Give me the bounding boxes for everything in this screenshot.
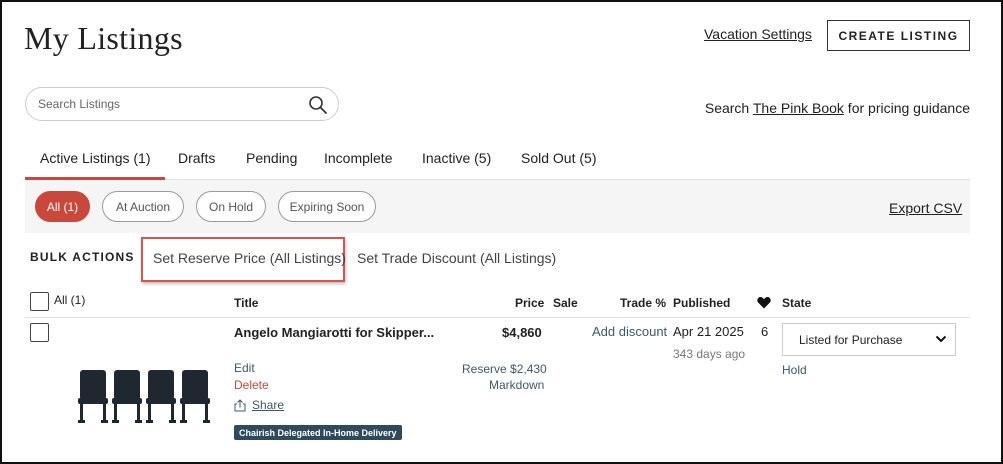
pinkbook-prefix: Search — [704, 100, 753, 116]
filter-on-hold-chip[interactable]: On Hold — [196, 191, 266, 222]
listing-tabs: Active Listings (1) Drafts Pending Incom… — [24, 142, 970, 180]
published-date: Apr 21 2025 — [673, 324, 744, 339]
tab-incomplete[interactable]: Incomplete — [324, 150, 392, 166]
listing-price: $4,860 — [502, 325, 542, 340]
bulk-actions-label: BULK ACTIONS — [30, 250, 135, 264]
state-select[interactable]: Listed for Purchase — [782, 323, 956, 356]
favorites-count: 6 — [761, 324, 769, 339]
set-reserve-price-action[interactable]: Set Reserve Price (All Listings) — [153, 250, 346, 266]
pinkbook-guidance: Search The Pink Book for pricing guidanc… — [705, 100, 970, 116]
add-discount-link[interactable]: Add discount — [592, 324, 667, 339]
listing-title[interactable]: Angelo Mangiarotti for Skipper... — [234, 325, 434, 340]
listing-row-checkbox[interactable] — [30, 323, 49, 342]
column-header-state: State — [782, 296, 812, 310]
state-select-value: Listed for Purchase — [799, 332, 903, 347]
pinkbook-suffix: for pricing guidance — [843, 100, 970, 116]
share-icon — [234, 398, 246, 411]
column-header-published: Published — [673, 296, 731, 310]
filter-at-auction-chip[interactable]: At Auction — [102, 191, 184, 222]
search-input[interactable] — [38, 97, 298, 111]
reserve-price-link[interactable]: Reserve $2,430 — [462, 362, 547, 376]
search-icon[interactable] — [308, 95, 328, 115]
heart-icon — [757, 297, 771, 309]
markdown-link[interactable]: Markdown — [489, 378, 544, 392]
column-header-title: Title — [234, 296, 259, 310]
export-csv-link[interactable]: Export CSV — [889, 200, 962, 216]
select-all-label: All (1) — [54, 293, 86, 307]
pinkbook-link[interactable]: The Pink Book — [753, 100, 844, 116]
filter-bar: All (1) At Auction On Hold Expiring Soon… — [25, 180, 970, 233]
tab-drafts[interactable]: Drafts — [178, 150, 215, 166]
tab-active-listings[interactable]: Active Listings (1) — [24, 150, 167, 180]
column-header-price: Price — [515, 296, 545, 310]
tab-pending[interactable]: Pending — [246, 150, 297, 166]
tab-sold-out[interactable]: Sold Out (5) — [521, 150, 596, 166]
delete-link[interactable]: Delete — [234, 378, 269, 392]
share-link[interactable]: Share — [234, 398, 284, 412]
hold-link[interactable]: Hold — [782, 363, 807, 377]
tab-inactive[interactable]: Inactive (5) — [422, 150, 491, 166]
column-header-sale: Sale — [553, 296, 578, 310]
vacation-settings-link[interactable]: Vacation Settings — [704, 26, 812, 42]
set-trade-discount-action[interactable]: Set Trade Discount (All Listings) — [357, 250, 556, 266]
share-label: Share — [252, 398, 285, 412]
column-header-trade: Trade % — [620, 296, 667, 310]
search-box — [25, 87, 339, 121]
select-all-checkbox[interactable] — [30, 292, 49, 311]
edit-link[interactable]: Edit — [234, 361, 255, 375]
page-title: My Listings — [24, 20, 183, 56]
header-divider — [25, 317, 970, 318]
chevron-down-icon — [935, 335, 947, 343]
create-listing-button[interactable]: CREATE LISTING — [827, 20, 970, 51]
filter-expiring-soon-chip[interactable]: Expiring Soon — [278, 191, 376, 222]
filter-all-chip[interactable]: All (1) — [35, 191, 90, 222]
published-ago: 343 days ago — [673, 347, 746, 361]
delivery-badge: Chairish Delegated In-Home Delivery — [234, 425, 402, 440]
listing-thumbnail[interactable] — [76, 364, 212, 426]
